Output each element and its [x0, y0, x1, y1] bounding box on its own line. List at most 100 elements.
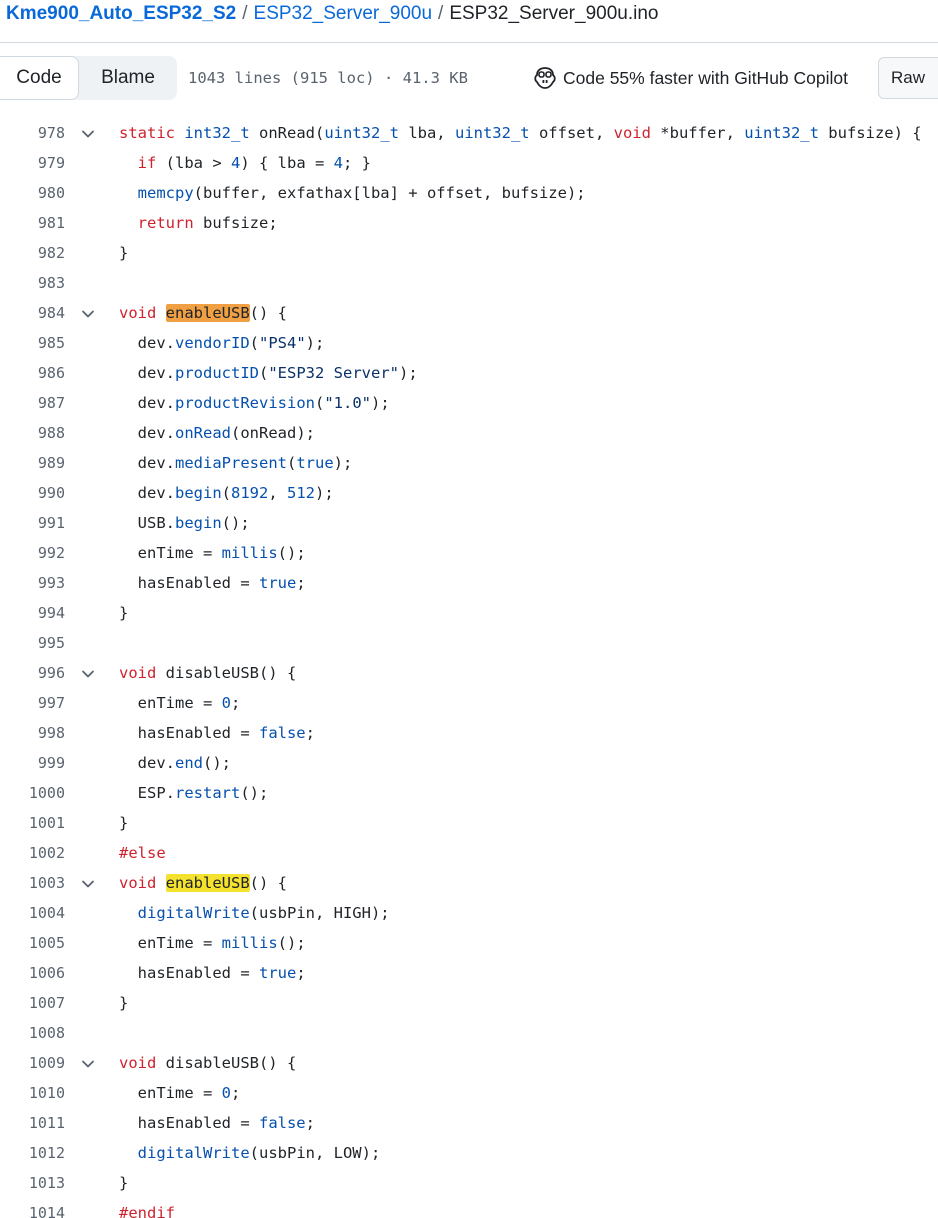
line-number[interactable]: 981 — [5, 214, 65, 232]
code-text: ESP.restart(); — [119, 784, 269, 802]
line-number[interactable]: 1007 — [5, 994, 65, 1012]
breadcrumb-separator: / — [242, 3, 248, 24]
line-number[interactable]: 1001 — [5, 814, 65, 832]
code-text: } — [119, 994, 129, 1012]
code-text: void enableUSB() { — [119, 304, 287, 322]
line-number[interactable]: 985 — [5, 334, 65, 352]
code-text: dev.vendorID("PS4"); — [119, 334, 325, 352]
line-number[interactable]: 979 — [5, 154, 65, 172]
line-number[interactable]: 999 — [5, 754, 65, 772]
line-number[interactable]: 987 — [5, 394, 65, 412]
breadcrumb: Kme900_Auto_ESP32_S2 / ESP32_Server_900u… — [0, 0, 938, 28]
line-number[interactable]: 1009 — [5, 1054, 65, 1072]
breadcrumb-repo-link[interactable]: Kme900_Auto_ESP32_S2 — [6, 3, 236, 25]
file-toolbar: Code Blame 1043 lines (915 loc) · 41.3 K… — [0, 56, 938, 100]
blame-tab-button[interactable]: Blame — [79, 56, 177, 100]
code-line: 980 memcpy(buffer, exfathax[lba] + offse… — [0, 178, 938, 208]
line-number[interactable]: 991 — [5, 514, 65, 532]
code-text: } — [119, 604, 129, 622]
code-text: digitalWrite(usbPin, HIGH); — [137, 904, 390, 922]
code-line: 978 static int32_t onRead(uint32_t lba, u… — [0, 118, 938, 148]
code-text: dev.onRead(onRead); — [119, 424, 315, 442]
code-text: dev.productRevision("1.0"); — [119, 394, 390, 412]
code-text: static int32_t onRead(uint32_t lba, uint… — [119, 124, 922, 142]
code-text: hasEnabled = true; — [119, 574, 306, 592]
code-text: dev.productID("ESP32 Server"); — [119, 364, 418, 382]
code-line: 986 dev.productID("ESP32 Server"); — [0, 358, 938, 388]
code-line: 988 dev.onRead(onRead); — [0, 418, 938, 448]
code-line: 1003 void enableUSB() { — [0, 868, 938, 898]
code-text: void disableUSB() { — [119, 1054, 297, 1072]
line-number[interactable]: 1011 — [5, 1114, 65, 1132]
code-line: 1010 enTime = 0; — [0, 1078, 938, 1108]
line-number[interactable]: 995 — [5, 634, 65, 652]
line-number[interactable]: 996 — [5, 664, 65, 682]
line-number[interactable]: 998 — [5, 724, 65, 742]
line-number[interactable]: 984 — [5, 304, 65, 322]
code-line: 1005 enTime = millis(); — [0, 928, 938, 958]
code-line: 1013} — [0, 1168, 938, 1198]
line-number[interactable]: 1008 — [5, 1024, 65, 1042]
line-number[interactable]: 983 — [5, 274, 65, 292]
line-number[interactable]: 986 — [5, 364, 65, 382]
code-text: if (lba > 4) { lba = 4; } — [137, 154, 372, 172]
line-number[interactable]: 982 — [5, 244, 65, 262]
code-text: } — [119, 814, 129, 832]
line-number[interactable]: 978 — [5, 124, 65, 142]
line-number[interactable]: 1010 — [5, 1084, 65, 1102]
code-line: 987 dev.productRevision("1.0"); — [0, 388, 938, 418]
code-line: 982} — [0, 238, 938, 268]
code-text: dev.mediaPresent(true); — [119, 454, 353, 472]
code-text: enTime = 0; — [119, 1084, 241, 1102]
code-view[interactable]: 978 static int32_t onRead(uint32_t lba, u… — [0, 103, 938, 1218]
code-line: 991 USB.begin(); — [0, 508, 938, 538]
copilot-promo-link[interactable]: Code 55% faster with GitHub Copilot — [533, 56, 848, 100]
code-text: void enableUSB() { — [119, 874, 287, 892]
code-text: } — [119, 244, 129, 262]
code-line: 993 hasEnabled = true; — [0, 568, 938, 598]
line-number[interactable]: 989 — [5, 454, 65, 472]
fold-chevron-icon[interactable] — [80, 876, 96, 892]
line-number[interactable]: 997 — [5, 694, 65, 712]
line-number[interactable]: 1004 — [5, 904, 65, 922]
line-number[interactable]: 1012 — [5, 1144, 65, 1162]
line-number[interactable]: 1005 — [5, 934, 65, 952]
raw-button[interactable]: Raw — [878, 57, 938, 99]
line-number[interactable]: 1000 — [5, 784, 65, 802]
fold-chevron-icon[interactable] — [80, 666, 96, 682]
code-line: 1009 void disableUSB() { — [0, 1048, 938, 1078]
code-text: USB.begin(); — [119, 514, 250, 532]
line-number[interactable]: 980 — [5, 184, 65, 202]
fold-chevron-icon[interactable] — [80, 306, 96, 322]
view-mode-switch: Code Blame — [0, 56, 177, 100]
code-line: 983 — [0, 268, 938, 298]
code-line: 992 enTime = millis(); — [0, 538, 938, 568]
breadcrumb-folder-link[interactable]: ESP32_Server_900u — [254, 3, 433, 25]
code-tab-button[interactable]: Code — [0, 56, 79, 100]
code-line: 985 dev.vendorID("PS4"); — [0, 328, 938, 358]
code-text: void disableUSB() { — [119, 664, 297, 682]
line-number[interactable]: 994 — [5, 604, 65, 622]
code-line: 1004 digitalWrite(usbPin, HIGH); — [0, 898, 938, 928]
line-number[interactable]: 990 — [5, 484, 65, 502]
code-line: 989 dev.mediaPresent(true); — [0, 448, 938, 478]
line-number[interactable]: 1006 — [5, 964, 65, 982]
code-line: 1011 hasEnabled = false; — [0, 1108, 938, 1138]
code-line: 1002 #else — [0, 838, 938, 868]
partially-scrolled-line — [120, 103, 938, 115]
line-number[interactable]: 1003 — [5, 874, 65, 892]
line-number[interactable]: 1013 — [5, 1174, 65, 1192]
fold-chevron-icon[interactable] — [80, 1056, 96, 1072]
code-line: 996 void disableUSB() { — [0, 658, 938, 688]
file-info: 1043 lines (915 loc) · 41.3 KB — [188, 69, 468, 87]
code-text: enTime = millis(); — [119, 934, 306, 952]
line-number[interactable]: 988 — [5, 424, 65, 442]
code-line: 997 enTime = 0; — [0, 688, 938, 718]
line-number[interactable]: 993 — [5, 574, 65, 592]
line-number[interactable]: 1014 — [5, 1204, 65, 1218]
line-number[interactable]: 1002 — [5, 844, 65, 862]
code-text: enTime = millis(); — [119, 544, 306, 562]
copilot-icon — [534, 67, 556, 89]
fold-chevron-icon[interactable] — [80, 126, 96, 142]
line-number[interactable]: 992 — [5, 544, 65, 562]
